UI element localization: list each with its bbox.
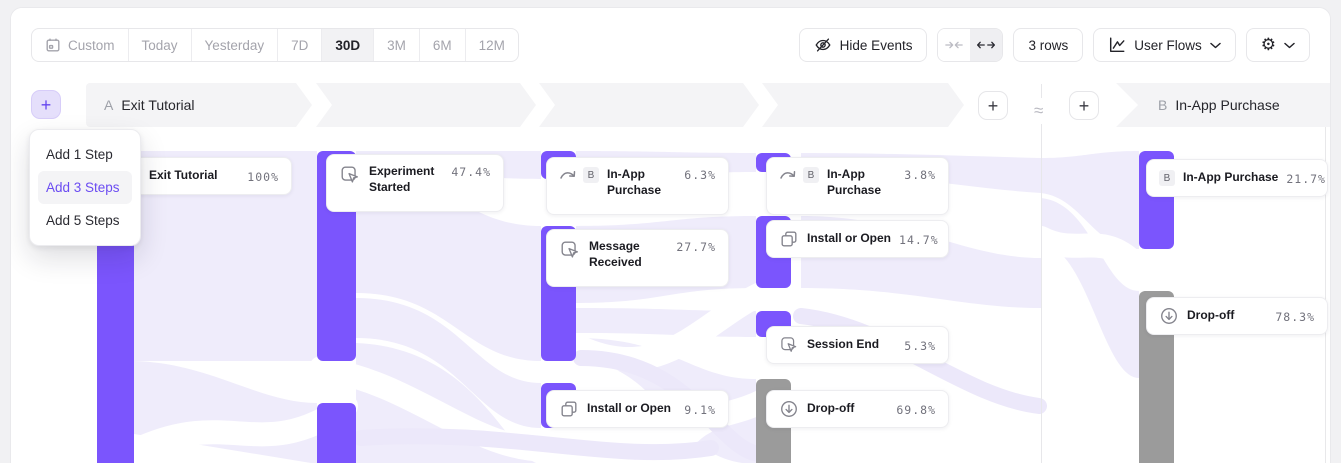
toolbar: Custom Today Yesterday 7D 30D 3M 6M 12M … [11, 8, 1330, 76]
rows-label: 3 rows [1028, 38, 1068, 53]
date-range-12m[interactable]: 12M [465, 29, 518, 61]
bar-install-or-open-step2[interactable] [317, 403, 356, 463]
chevron-down-icon [1284, 42, 1295, 49]
view-selector-label: User Flows [1134, 38, 1202, 53]
settings-button[interactable]: ⚙ [1246, 28, 1310, 62]
view-selector-button[interactable]: User Flows [1093, 28, 1236, 62]
date-range-yesterday[interactable]: Yesterday [191, 29, 278, 61]
collapse-columns-button[interactable] [938, 29, 970, 61]
skip-arrow-icon [779, 168, 797, 182]
gear-icon: ⚙ [1261, 37, 1276, 54]
step-header-3[interactable] [539, 83, 759, 127]
canvas-right-edge [1325, 84, 1326, 463]
layers-icon [559, 399, 579, 419]
node-in-app-purchase-step3[interactable]: B In-App Purchase 6.3% [546, 157, 729, 215]
event-icon [559, 239, 581, 261]
add-step-button-left[interactable]: + [31, 90, 61, 119]
expand-columns-button[interactable] [970, 29, 1002, 61]
step-letter-b: B [1158, 97, 1167, 113]
add-step-button-right[interactable]: + [1069, 91, 1099, 120]
section-divider [1041, 84, 1042, 463]
date-range-3m[interactable]: 3M [373, 29, 419, 61]
toolbar-right-group: Hide Events 3 rows [799, 28, 1310, 62]
column-width-toggle [937, 28, 1003, 62]
date-range-6m[interactable]: 6M [419, 29, 465, 61]
arrows-inward-icon [945, 38, 963, 52]
step-header-1[interactable]: A Exit Tutorial [86, 83, 312, 127]
date-range-custom[interactable]: Custom [32, 29, 128, 61]
add-steps-menu: Add 1 Step Add 3 Steps Add 5 Steps [29, 129, 141, 246]
skip-arrow-icon [559, 168, 577, 182]
hide-events-button[interactable]: Hide Events [799, 28, 928, 62]
add-step-button-middle[interactable]: + [978, 91, 1008, 120]
date-range-30d[interactable]: 30D [321, 29, 373, 61]
step-title-b: In-App Purchase [1175, 97, 1279, 113]
date-range-today[interactable]: Today [128, 29, 191, 61]
step-title-a: Exit Tutorial [121, 97, 194, 113]
flows-panel: Custom Today Yesterday 7D 30D 3M 6M 12M … [10, 7, 1331, 463]
date-range-7d[interactable]: 7D [277, 29, 321, 61]
node-experiment-started[interactable]: Experiment Started 47.4% [326, 154, 504, 212]
event-icon [339, 164, 361, 186]
node-message-received[interactable]: Message Received 27.7% [546, 229, 729, 287]
node-in-app-purchase-b[interactable]: B In-App Purchase 21.7% [1146, 159, 1328, 197]
node-install-or-open-step4[interactable]: Install or Open 14.7% [766, 220, 949, 258]
step-header-b[interactable]: B In-App Purchase [1116, 83, 1331, 127]
drop-off-icon [779, 399, 799, 419]
event-b-badge: B [1159, 170, 1175, 186]
date-range-group: Custom Today Yesterday 7D 30D 3M 6M 12M [31, 28, 519, 62]
menu-item-add-1-step[interactable]: Add 1 Step [38, 138, 132, 171]
node-install-or-open-step3[interactable]: Install or Open 9.1% [546, 390, 729, 428]
flow-chart-icon [1108, 36, 1126, 54]
flow-canvas: A Exit Tutorial + + ≈ + B In-App Purchas… [11, 76, 1331, 463]
event-icon [779, 335, 799, 355]
hide-events-label: Hide Events [840, 38, 913, 53]
node-session-end[interactable]: Session End 5.3% [766, 326, 949, 364]
layers-icon [779, 229, 799, 249]
calendar-icon [45, 37, 61, 53]
approx-symbol: ≈ [1033, 98, 1044, 124]
menu-item-add-5-steps[interactable]: Add 5 Steps [38, 204, 132, 237]
node-in-app-purchase-step4[interactable]: B In-App Purchase 3.8% [766, 157, 949, 215]
step-letter-a: A [104, 97, 113, 113]
node-drop-off-step4[interactable]: Drop-off 69.8% [766, 390, 949, 428]
event-b-badge: B [803, 167, 819, 183]
step-header-2[interactable] [316, 83, 536, 127]
date-range-label: Custom [68, 38, 115, 53]
chevron-down-icon [1210, 42, 1221, 49]
event-b-badge: B [583, 167, 599, 183]
drop-off-icon [1159, 306, 1179, 326]
eye-off-icon [814, 36, 832, 54]
node-drop-off-b[interactable]: Drop-off 78.3% [1146, 297, 1328, 335]
arrows-outward-icon [977, 38, 995, 52]
step-header-4[interactable] [762, 83, 964, 127]
menu-item-add-3-steps[interactable]: Add 3 Steps [38, 171, 132, 204]
rows-button[interactable]: 3 rows [1013, 28, 1083, 62]
